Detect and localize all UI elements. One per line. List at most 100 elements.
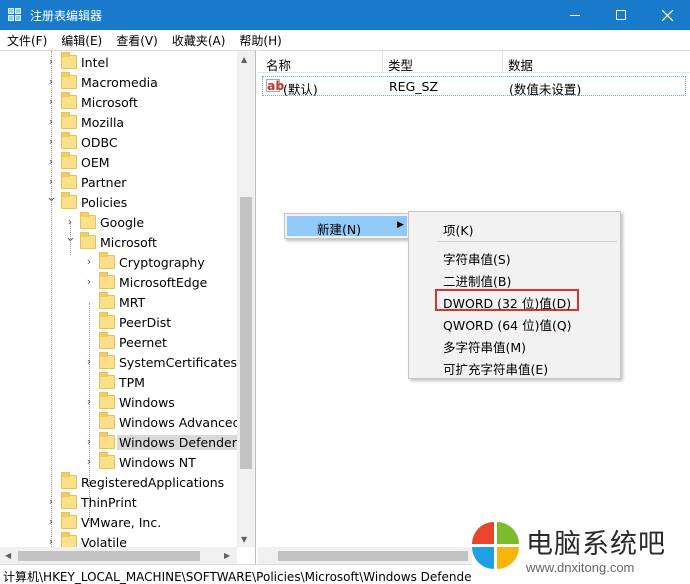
registry-tree[interactable]: › Intel › Macromedia › Microsoft › Mozilla › ODBC… <box>0 50 256 564</box>
context-menu: 新建(N) ▶ <box>284 213 410 239</box>
chevron-right-icon[interactable]: › <box>46 156 56 167</box>
value-type: REG_SZ <box>389 79 439 94</box>
scroll-right-icon[interactable]: ▶ <box>224 551 230 560</box>
chevron-right-icon[interactable]: › <box>65 216 75 227</box>
chevron-right-icon[interactable]: › <box>84 356 94 367</box>
tree-node[interactable]: › OEM <box>0 152 237 173</box>
menu-favorites[interactable]: 收藏夹(A) <box>165 30 233 50</box>
chevron-right-icon[interactable]: › <box>84 456 94 467</box>
tree-node[interactable]: › ThinPrint <box>0 492 237 513</box>
tree-node[interactable]: › SystemCertificates <box>0 352 237 373</box>
folder-icon <box>99 252 115 269</box>
chevron-right-icon[interactable]: › <box>84 396 94 407</box>
chevron-right-icon[interactable]: › <box>84 436 94 447</box>
menu-view[interactable]: 查看(V) <box>109 30 165 50</box>
chevron-down-icon[interactable]: ⌄ <box>65 231 76 244</box>
column-divider[interactable] <box>502 51 503 73</box>
chevron-right-icon[interactable]: › <box>84 276 94 287</box>
value-data: (数值未设置) <box>509 82 582 97</box>
menu-item-qword-value[interactable]: QWORD (64 位)值(Q) <box>443 315 572 334</box>
tree-vertical-scrollbar[interactable]: ▲ ▼ <box>237 51 255 547</box>
tree-node[interactable]: TPM <box>0 372 237 393</box>
folder-icon <box>61 72 77 89</box>
menu-file[interactable]: 文件(F) <box>0 30 54 50</box>
chevron-right-icon[interactable]: › <box>84 256 94 267</box>
close-button[interactable] <box>644 0 690 30</box>
folder-icon <box>99 452 115 469</box>
value-row-default[interactable]: ab (默认) REG_SZ (数值未设置) <box>262 76 686 97</box>
column-type[interactable]: 类型 <box>388 55 413 74</box>
tree-node[interactable]: › Google <box>0 212 237 233</box>
folder-icon <box>61 172 77 189</box>
folder-icon <box>99 352 115 369</box>
tree-vscroll-thumb[interactable] <box>240 197 252 469</box>
tree-node[interactable]: › MicrosoftEdge <box>0 272 237 293</box>
chevron-right-icon[interactable]: › <box>46 136 56 147</box>
watermark: 电脑系统吧 www.dnxitong.com <box>472 520 690 584</box>
tree-node[interactable]: › Mozilla <box>0 112 237 133</box>
tree-horizontal-scrollbar[interactable]: ◀ ▶ <box>0 547 237 564</box>
tree-node[interactable]: Peernet <box>0 332 237 353</box>
folder-icon <box>99 312 115 329</box>
folder-icon <box>61 192 77 209</box>
tree-node-label: Windows <box>119 395 175 410</box>
column-data[interactable]: 数据 <box>508 55 533 74</box>
tree-node[interactable]: ⌄ Microsoft <box>0 231 237 253</box>
menu-item-key[interactable]: 项(K) <box>443 220 473 239</box>
menu-item-dword-value[interactable]: DWORD (32 位)值(D) <box>443 293 571 312</box>
menu-item-binary-value[interactable]: 二进制值(B) <box>443 271 511 290</box>
new-submenu: 项(K) 字符串值(S) 二进制值(B) DWORD (32 位)值(D) QW… <box>408 211 621 379</box>
column-name[interactable]: 名称 <box>266 55 291 74</box>
title-bar: 注册表编辑器 <box>0 0 690 30</box>
maximize-button[interactable] <box>598 0 644 30</box>
tree-node[interactable]: PeerDist <box>0 312 237 333</box>
tree-node[interactable]: Windows Advanced <box>0 412 241 433</box>
menu-bar: 文件(F) 编辑(E) 查看(V) 收藏夹(A) 帮助(H) <box>0 30 690 50</box>
chevron-right-icon[interactable]: › <box>46 116 56 127</box>
tree-node[interactable]: › Intel <box>0 52 237 73</box>
folder-icon <box>80 212 96 229</box>
tree-node-label: Windows NT <box>119 455 196 470</box>
tree-node[interactable]: › Windows NT <box>0 452 237 473</box>
menu-item-string-value[interactable]: 字符串值(S) <box>443 249 511 268</box>
chevron-right-icon[interactable]: › <box>46 96 56 107</box>
tree-node-label: OEM <box>81 155 110 170</box>
menu-item-expandable-string-value[interactable]: 可扩充字符串值(E) <box>443 359 548 378</box>
menu-item-multi-string-value[interactable]: 多字符串值(M) <box>443 337 526 356</box>
folder-icon <box>99 332 115 349</box>
tree-node[interactable]: › Partner <box>0 172 237 193</box>
tree-node[interactable]: › Macromedia <box>0 72 237 93</box>
chevron-right-icon[interactable]: › <box>46 176 56 187</box>
chevron-right-icon[interactable]: › <box>46 516 56 527</box>
tree-node[interactable]: ⌄ Policies <box>0 191 237 213</box>
tree-hscroll-thumb[interactable] <box>18 551 200 561</box>
chevron-down-icon[interactable]: ⌄ <box>46 191 57 204</box>
tree-node[interactable]: RegisteredApplications <box>0 472 237 493</box>
minimize-button[interactable] <box>552 0 598 30</box>
scroll-left-icon[interactable]: ◀ <box>5 551 11 560</box>
window-title: 注册表编辑器 <box>30 9 103 23</box>
menu-edit[interactable]: 编辑(E) <box>54 30 109 50</box>
list-hscroll-thumb[interactable] <box>278 551 468 561</box>
tree-node[interactable]: › Windows <box>0 392 237 413</box>
scroll-up-icon[interactable]: ▲ <box>241 55 247 64</box>
tree-node[interactable]: › Cryptography <box>0 252 237 273</box>
maximize-icon <box>616 10 626 20</box>
chevron-right-icon[interactable]: › <box>46 76 56 87</box>
column-divider[interactable] <box>382 51 383 73</box>
tree-node[interactable]: › Microsoft <box>0 92 237 113</box>
menu-item-new-label: 新建(N) <box>317 222 362 237</box>
chevron-right-icon[interactable]: › <box>46 496 56 507</box>
close-icon <box>661 9 673 21</box>
chevron-right-icon[interactable]: › <box>46 56 56 67</box>
tree-node-label: MRT <box>119 295 146 310</box>
menu-help[interactable]: 帮助(H) <box>232 30 288 50</box>
tree-node[interactable]: › Windows Defender <box>0 432 239 453</box>
scroll-down-icon[interactable]: ▼ <box>241 535 247 544</box>
menu-item-new[interactable]: 新建(N) ▶ <box>287 216 407 237</box>
tree-node[interactable]: › ODBC <box>0 132 237 153</box>
tree-node[interactable]: › VMware, Inc. <box>0 512 237 533</box>
tree-node-label: Macromedia <box>81 75 158 90</box>
tree-node[interactable]: MRT <box>0 292 237 313</box>
chevron-right-icon[interactable]: › <box>46 536 56 547</box>
